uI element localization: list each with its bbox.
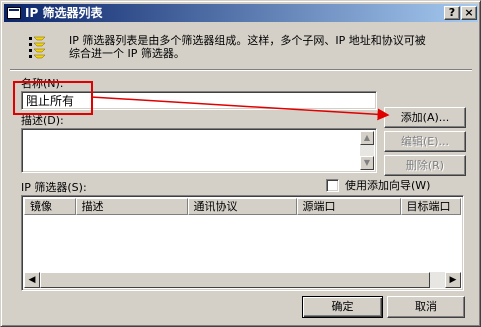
add-button[interactable]: 添加(A)...: [384, 107, 466, 128]
dialog-description: IP 筛选器列表是由多个筛选器组成。这样，多个子网、IP 地址和协议可被 综合进…: [69, 34, 469, 60]
description-input[interactable]: ▲ ▼: [21, 128, 377, 173]
list-header: 镜像 描述 通讯协议 源端口 目标端口: [24, 198, 461, 215]
ip-filter-list-dialog: IP 筛选器列表 ? × IP 筛选器列表是由多个筛选器组成。这样，多个子网、I…: [0, 0, 481, 327]
header-separator: [10, 69, 472, 71]
scroll-up-icon[interactable]: ▲: [360, 131, 374, 145]
column-header-destination-port[interactable]: 目标端口: [400, 198, 461, 215]
close-button[interactable]: ×: [461, 6, 477, 20]
scroll-right-icon[interactable]: ▶: [445, 272, 461, 288]
window-icon: [7, 7, 21, 19]
ip-filter-list[interactable]: 镜像 描述 通讯协议 源端口 目标端口 ◀ ▶: [21, 195, 464, 291]
use-wizard-checkbox[interactable]: [326, 179, 339, 192]
ok-button[interactable]: 确定: [302, 296, 383, 318]
cancel-button[interactable]: 取消: [387, 296, 465, 318]
description-line-2: 综合进一个 IP 筛选器。: [69, 47, 185, 60]
title-bar[interactable]: IP 筛选器列表 ? ×: [4, 4, 478, 22]
use-wizard-label[interactable]: 使用添加向导(W): [345, 179, 430, 192]
window-title: IP 筛选器列表: [25, 6, 103, 20]
description-scrollbar[interactable]: ▲ ▼: [360, 131, 374, 170]
remove-button[interactable]: 删除(R): [384, 155, 466, 176]
description-line-1: IP 筛选器列表是由多个筛选器组成。这样，多个子网、IP 地址和协议可被: [69, 34, 426, 47]
scroll-down-icon[interactable]: ▼: [360, 156, 374, 170]
filter-list-icon: [29, 36, 46, 59]
column-header-mirror[interactable]: 镜像: [24, 198, 76, 215]
scroll-thumb[interactable]: [40, 272, 430, 288]
list-horizontal-scrollbar[interactable]: ◀ ▶: [24, 272, 461, 288]
ip-filters-label: IP 筛选器(S):: [21, 181, 87, 194]
name-highlight-box: [13, 81, 93, 115]
column-header-protocol[interactable]: 通讯协议: [187, 198, 297, 215]
help-button[interactable]: ?: [444, 6, 460, 20]
scroll-left-icon[interactable]: ◀: [24, 272, 40, 288]
description-label: 描述(D):: [21, 114, 64, 127]
edit-button[interactable]: 编辑(E)...: [384, 131, 466, 152]
column-header-source-port[interactable]: 源端口: [296, 198, 401, 215]
column-header-description[interactable]: 描述: [75, 198, 188, 215]
